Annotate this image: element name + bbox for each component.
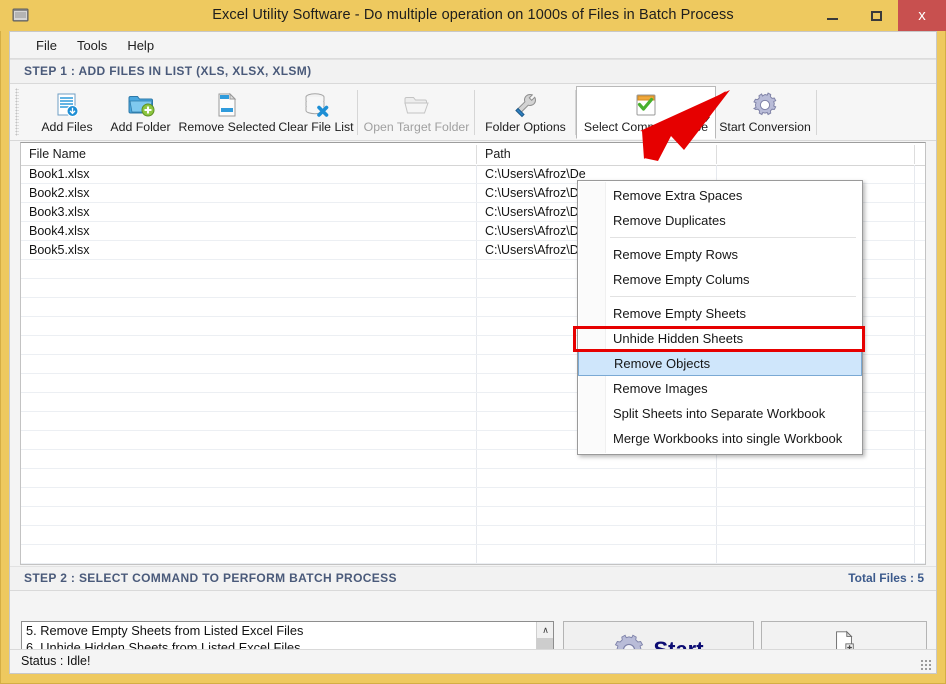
- toolbar-separator-2: [474, 90, 475, 135]
- list-item[interactable]: 5. Remove Empty Sheets from Listed Excel…: [22, 622, 553, 639]
- chevron-down-icon[interactable]: [702, 117, 710, 122]
- window-controls: x: [810, 0, 946, 31]
- remove-selected-button[interactable]: Remove Selected: [178, 86, 276, 139]
- menu-item-help[interactable]: Help: [117, 36, 164, 55]
- menu-item-remove-objects[interactable]: Remove Objects: [578, 351, 862, 376]
- step1-header-label: STEP 1 : ADD FILES IN LIST (XLS, XLSX, X…: [24, 64, 312, 78]
- menu-item-remove-empty-rows[interactable]: Remove Empty Rows: [578, 242, 862, 267]
- add-files-icon: [57, 93, 79, 117]
- menu-item-tools[interactable]: Tools: [67, 36, 117, 55]
- select-command-type-label: Select Command Type: [583, 120, 709, 134]
- step2-header-bar: STEP 2 : SELECT COMMAND TO PERFORM BATCH…: [10, 566, 936, 591]
- add-folder-button[interactable]: Add Folder: [102, 86, 179, 139]
- cell-file-name: Book1.xlsx: [29, 167, 90, 181]
- table-row-empty[interactable]: [21, 488, 925, 507]
- menu-item-split-sheets-into-separate-workbook[interactable]: Split Sheets into Separate Workbook: [578, 401, 862, 426]
- cell-file-name: Book4.xlsx: [29, 224, 90, 238]
- table-row-empty[interactable]: [21, 507, 925, 526]
- close-button[interactable]: x: [898, 0, 946, 31]
- resize-grip[interactable]: [919, 658, 931, 670]
- toolbar-separator-4: [816, 90, 817, 135]
- window-title: Excel Utility Software - Do multiple ope…: [212, 7, 734, 23]
- add-folder-icon: [128, 96, 154, 117]
- open-target-folder-label: Open Target Folder: [363, 120, 470, 134]
- total-files-label: Total Files : 5: [848, 571, 924, 585]
- menu-bar: File Tools Help: [10, 32, 936, 59]
- folder-options-label: Folder Options: [485, 120, 566, 134]
- menu-item-remove-empty-colums[interactable]: Remove Empty Colums: [578, 267, 862, 292]
- table-row-empty[interactable]: [21, 526, 925, 545]
- menu-item-merge-workbooks-into-single-workbook[interactable]: Merge Workbooks into single Workbook: [578, 426, 862, 451]
- add-files-button[interactable]: Add Files: [32, 86, 102, 139]
- cell-file-name: Book5.xlsx: [29, 243, 90, 257]
- menu-separator-2: [610, 296, 856, 297]
- column-header-4[interactable]: [915, 143, 925, 165]
- menu-separator-1: [610, 237, 856, 238]
- application-window: Excel Utility Software - Do multiple ope…: [0, 0, 946, 684]
- remove-selected-icon: [218, 92, 237, 117]
- clear-file-list-label: Clear File List: [278, 120, 354, 134]
- table-row-empty[interactable]: [21, 469, 925, 488]
- scroll-up-button[interactable]: ∧: [537, 622, 553, 638]
- menu-item-remove-duplicates[interactable]: Remove Duplicates: [578, 208, 862, 233]
- start-conversion-icon: [752, 92, 777, 116]
- menu-item-remove-empty-sheets[interactable]: Remove Empty Sheets: [578, 301, 862, 326]
- menu-item-unhide-hidden-sheets[interactable]: Unhide Hidden Sheets: [578, 326, 862, 351]
- client-area: File Tools Help STEP 1 : ADD FILES IN LI…: [9, 31, 937, 674]
- open-target-folder-button[interactable]: Open Target Folder: [359, 86, 474, 139]
- file-list-header: File Name Path: [21, 143, 925, 166]
- column-header-file-name[interactable]: File Name: [21, 143, 476, 165]
- status-text: Status : Idle!: [21, 654, 91, 668]
- command-type-dropdown-menu[interactable]: Remove Extra Spaces Remove Duplicates Re…: [577, 180, 863, 455]
- cell-file-name: Book3.xlsx: [29, 205, 90, 219]
- menu-item-file[interactable]: File: [26, 36, 67, 55]
- maximize-button[interactable]: [854, 0, 898, 31]
- table-row-empty[interactable]: [21, 545, 925, 564]
- toolbar-grip[interactable]: [15, 88, 19, 136]
- open-target-folder-icon: [403, 97, 429, 114]
- minimize-button[interactable]: [810, 0, 854, 31]
- cell-file-name: Book2.xlsx: [29, 186, 90, 200]
- add-folder-label: Add Folder: [110, 120, 171, 134]
- toolbar: Add Files Add Folder Remove Selected Cle…: [10, 84, 936, 141]
- start-conversion-button[interactable]: Start Conversion: [717, 86, 813, 139]
- step2-header-label: STEP 2 : SELECT COMMAND TO PERFORM BATCH…: [24, 571, 397, 585]
- toolbar-separator-1: [357, 90, 358, 135]
- folder-options-icon: [514, 93, 536, 118]
- status-bar: Status : Idle!: [10, 649, 936, 673]
- clear-file-list-button[interactable]: Clear File List: [275, 86, 357, 139]
- select-command-type-button[interactable]: Select Command Type: [576, 86, 716, 139]
- add-files-label: Add Files: [41, 120, 93, 134]
- column-header-3[interactable]: [717, 143, 914, 165]
- clear-file-list-icon: [305, 93, 329, 117]
- folder-options-button[interactable]: Folder Options: [476, 86, 575, 139]
- start-conversion-label: Start Conversion: [719, 120, 811, 134]
- select-command-type-icon: [636, 94, 656, 116]
- title-bar[interactable]: Excel Utility Software - Do multiple ope…: [0, 0, 946, 31]
- step1-header-bar: STEP 1 : ADD FILES IN LIST (XLS, XLSX, X…: [10, 59, 936, 84]
- menu-item-remove-extra-spaces[interactable]: Remove Extra Spaces: [578, 183, 862, 208]
- remove-selected-label: Remove Selected: [178, 120, 276, 134]
- menu-item-remove-images[interactable]: Remove Images: [578, 376, 862, 401]
- column-header-path[interactable]: Path: [477, 143, 716, 165]
